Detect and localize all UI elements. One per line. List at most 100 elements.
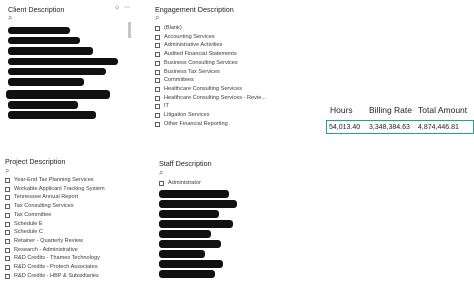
project-item-label: Tax Consulting Services <box>14 203 74 210</box>
redacted-item <box>159 190 229 198</box>
pin-icon[interactable]: ⬦ <box>115 5 119 12</box>
project-item[interactable]: R&D Credits - HBP & Subsidiaries <box>5 273 99 280</box>
checkbox[interactable] <box>5 230 10 236</box>
engagement-list: (Blank) Accounting Services Administrative… <box>155 25 288 135</box>
redacted-item <box>8 101 78 109</box>
project-item[interactable]: R&D Credits - Protech Associates <box>5 264 98 271</box>
project-item[interactable]: Schedule C <box>5 229 43 236</box>
project-item-label: Retainer - Quarterly Review <box>14 237 84 244</box>
checkbox[interactable] <box>5 247 10 253</box>
checkbox[interactable] <box>155 34 160 40</box>
project-item-label: Tax Committee <box>14 211 52 218</box>
checkbox[interactable] <box>155 121 160 127</box>
project-item-label: Tennessee Annual Report <box>14 194 79 201</box>
checkbox[interactable] <box>5 178 10 183</box>
checkbox[interactable] <box>155 78 160 84</box>
checkbox[interactable] <box>155 60 160 66</box>
checkbox[interactable] <box>5 195 10 201</box>
redacted-item <box>8 78 84 86</box>
engagement-item-label: Business Tax Services <box>164 68 220 75</box>
checkbox[interactable] <box>5 273 10 279</box>
checkbox[interactable] <box>155 86 160 92</box>
search-icon[interactable]: ⌕ <box>8 14 12 22</box>
checkbox[interactable] <box>155 26 160 31</box>
project-item[interactable]: Year-End Tax Planning Services <box>5 177 94 184</box>
checkbox[interactable] <box>155 52 160 58</box>
project-item[interactable]: R&D Credits - Thames Technology <box>5 255 100 262</box>
engagement-item-label: Accounting Services <box>164 33 215 40</box>
project-item-label: R&D Credits - Thames Technology <box>14 255 100 262</box>
search-icon[interactable]: ⌕ <box>159 169 163 177</box>
client-slicer-title: Client Description <box>8 5 65 14</box>
engagement-item[interactable]: Business Tax Services <box>155 69 220 76</box>
redacted-item <box>159 230 211 238</box>
checkbox[interactable] <box>5 212 10 218</box>
redacted-item <box>159 270 215 278</box>
redacted-item <box>8 111 96 119</box>
project-item[interactable]: Schedule E <box>5 221 43 228</box>
billing-rate-header: Billing Rate <box>369 105 412 115</box>
project-item[interactable]: Tax Consulting Services <box>5 203 74 210</box>
engagement-item-label: Business Consulting Services <box>164 59 238 66</box>
staff-item-label: Administrator <box>168 180 201 186</box>
engagement-item-label: Audited Financial Statements <box>164 51 237 58</box>
checkbox[interactable] <box>5 256 10 262</box>
checkbox[interactable] <box>155 113 160 118</box>
checkbox[interactable] <box>5 265 10 270</box>
redacted-item <box>8 27 70 34</box>
engagement-item[interactable]: Administrative Activities <box>155 42 222 49</box>
checkbox[interactable] <box>155 95 160 101</box>
more-icon[interactable]: ⋯ <box>124 4 130 11</box>
redacted-item <box>159 200 237 208</box>
engagement-item-label: Healthcare Consulting Services <box>164 85 243 92</box>
hours-header: Hours <box>330 105 353 115</box>
engagement-item[interactable]: Accounting Services <box>155 34 215 41</box>
redacted-item <box>8 68 106 75</box>
project-item-label: Workable Applicant Tracking System <box>14 185 105 192</box>
staff-slicer-title: Staff Description <box>159 159 212 168</box>
search-icon[interactable]: ⌕ <box>155 14 159 22</box>
engagement-item[interactable]: Business Consulting Services <box>155 60 238 67</box>
engagement-item[interactable]: Litigation Services <box>155 112 209 119</box>
total-amount-header: Total Amount <box>418 105 468 115</box>
redacted-item <box>159 210 219 218</box>
scrollbar[interactable] <box>128 22 131 38</box>
redacted-item <box>6 90 110 99</box>
billing-rate-value: 3,348,384.63 <box>369 124 410 131</box>
checkbox[interactable] <box>5 238 10 244</box>
project-item[interactable]: Workable Applicant Tracking System <box>5 186 105 193</box>
project-item[interactable]: Tennessee Annual Report <box>5 194 78 201</box>
project-item-label: Research - Administrative <box>14 246 78 253</box>
engagement-item[interactable]: (Blank) <box>155 25 182 32</box>
engagement-item[interactable]: Healthcare Consulting Services - Revie..… <box>155 95 266 102</box>
engagement-item[interactable]: Other Financial Reporting <box>155 121 228 128</box>
engagement-item[interactable]: IT <box>155 103 169 110</box>
engagement-item[interactable]: Healthcare Consulting Services <box>155 86 242 93</box>
search-icon[interactable]: ⌕ <box>5 167 9 175</box>
project-item[interactable]: Retainer - Quarterly Review <box>5 238 83 245</box>
redacted-item <box>8 58 118 65</box>
redacted-item <box>159 240 221 248</box>
checkbox[interactable] <box>159 181 164 186</box>
engagement-item[interactable]: Committees <box>155 77 194 84</box>
checkbox[interactable] <box>155 69 160 75</box>
checkbox[interactable] <box>5 221 10 227</box>
kpi-table: Hours Billing Rate Total Amount 54,013.4… <box>326 100 474 136</box>
checkbox[interactable] <box>155 104 160 110</box>
project-item[interactable]: Tax Committee <box>5 212 51 219</box>
engagement-slicer: Engagement Description ⌕ (Blank) Accounti… <box>153 0 288 135</box>
checkbox[interactable] <box>5 186 10 192</box>
engagement-item-label: Litigation Services <box>164 112 210 118</box>
engagement-item-label: (Blank) <box>164 25 182 31</box>
project-item-label: Schedule C <box>14 229 43 236</box>
checkbox[interactable] <box>5 204 10 210</box>
engagement-item[interactable]: Audited Financial Statements <box>155 51 237 58</box>
total-amount-value: 4,874,446.81 <box>418 124 459 131</box>
project-list: Year-End Tax Planning Services Workable A… <box>5 177 150 286</box>
redacted-item <box>8 37 80 44</box>
project-item-label: R&D Credits - HBP & Subsidiaries <box>14 272 99 279</box>
staff-item-administrator[interactable]: Administrator <box>159 180 201 187</box>
checkbox[interactable] <box>155 43 160 49</box>
redacted-item <box>8 47 93 55</box>
project-item[interactable]: Research - Administrative <box>5 247 78 254</box>
